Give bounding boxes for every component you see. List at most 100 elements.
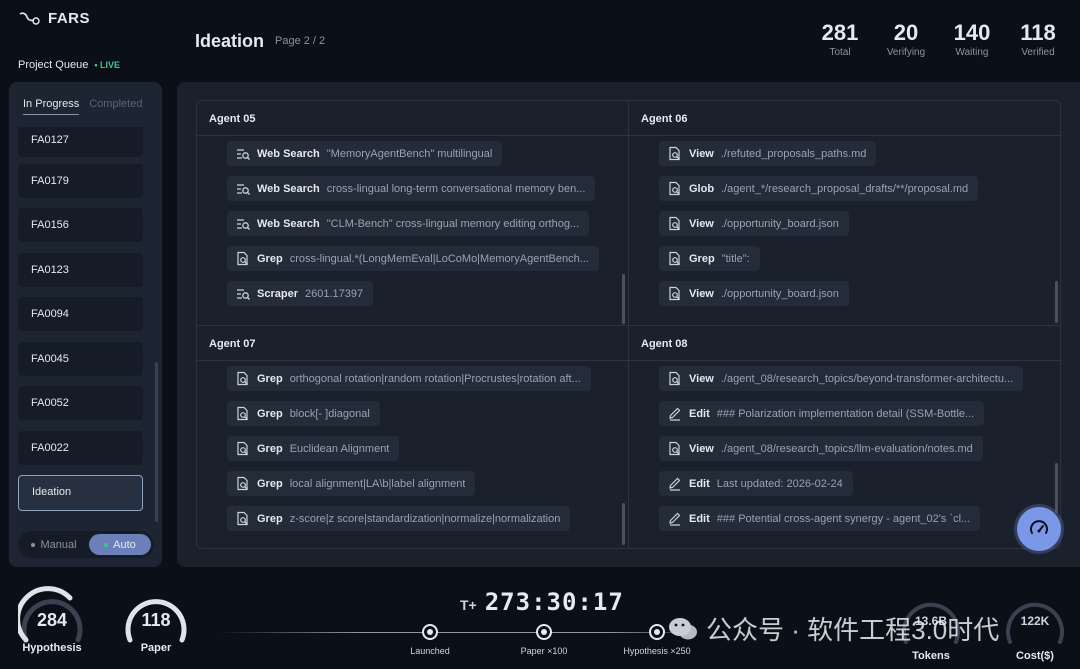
action-argument: ./agent_08/research_topics/beyond-transf… xyxy=(720,372,1014,385)
file-search-icon xyxy=(669,146,680,161)
milestone-launched-icon xyxy=(422,624,438,640)
cost-gauge: 122K Cost($) xyxy=(1002,588,1068,662)
action-argument: ./agent_*/research_proposal_drafts/**/pr… xyxy=(721,182,969,195)
agent-title: Agent 07 xyxy=(209,338,256,350)
agent-action-row[interactable]: Scraper 2601.17397 xyxy=(227,281,374,306)
agent-action-row[interactable]: Web Search "MemoryAgentBench" multilingua… xyxy=(227,141,503,166)
action-verb: Scraper xyxy=(257,287,298,300)
cost-label: Cost($) xyxy=(1016,650,1054,662)
agent-panel-05: Agent 05 Web Search "MemoryAgentBench" mu… xyxy=(197,101,628,325)
action-argument: block[- ]diagonal xyxy=(289,407,370,420)
panel-header-divider xyxy=(629,360,1062,361)
queue-item[interactable]: FA0127 xyxy=(18,127,143,157)
queue-item[interactable]: FA0022 xyxy=(18,431,143,465)
agent-action-row[interactable]: View ./opportunity_board.json xyxy=(659,281,849,306)
paper-gauge: 118 Paper xyxy=(121,586,191,654)
queue-item-selected[interactable]: Ideation xyxy=(18,475,143,511)
action-verb: Grep xyxy=(257,407,283,420)
tab-completed[interactable]: Completed xyxy=(89,98,142,115)
agents-grid: Agent 05 Web Search "MemoryAgentBench" mu… xyxy=(196,100,1062,549)
auto-mode-button[interactable]: Auto xyxy=(89,534,151,555)
action-argument: ./opportunity_board.json xyxy=(720,217,839,230)
agent-action-row[interactable]: View ./refuted_proposals_paths.md xyxy=(659,141,877,166)
grep-icon xyxy=(237,371,248,386)
timer-value: 273:30:17 xyxy=(484,588,624,616)
stat-total: 281 Total xyxy=(821,20,859,58)
logo-icon xyxy=(19,11,40,25)
project-queue-heading: Project Queue • LIVE xyxy=(18,59,120,71)
agent-action-row[interactable]: View ./agent_08/research_topics/beyond-tr… xyxy=(659,366,1024,391)
panel-header-divider xyxy=(629,135,1062,136)
action-verb: Glob xyxy=(689,182,715,195)
auto-dot-icon xyxy=(104,542,109,547)
agent-action-row[interactable]: Grep block[- ]diagonal xyxy=(227,401,380,426)
paper-count: 118 xyxy=(141,610,171,630)
agent-action-row[interactable]: Grep orthogonal rotation|random rotation|… xyxy=(227,366,591,391)
agent-action-row[interactable]: Edit Last updated: 2026-02-24 xyxy=(659,471,853,496)
agent-action-row[interactable]: Edit ### Potential cross-agent synergy - … xyxy=(659,506,981,531)
queue-tabs: In Progress Completed xyxy=(23,98,142,115)
action-argument: ### Potential cross-agent synergy - agen… xyxy=(716,512,971,525)
grep-icon xyxy=(237,406,248,421)
tab-in-progress[interactable]: In Progress xyxy=(23,98,80,115)
paper-label: Paper xyxy=(140,642,172,654)
agent-panel-06: Agent 06 View ./refuted_proposals_paths.m… xyxy=(629,101,1062,325)
queue-item[interactable]: FA0179 xyxy=(18,164,143,198)
agent-action-row[interactable]: Grep local alignment|LA\b|label alignment xyxy=(227,471,476,496)
file-search-icon xyxy=(669,441,680,456)
watermark: 公众号 · 软件工程3.0时代 xyxy=(668,610,999,647)
speedometer-icon xyxy=(1030,520,1048,534)
panel-scrollbar[interactable] xyxy=(622,274,625,324)
agent-action-row[interactable]: View ./opportunity_board.json xyxy=(659,211,849,236)
manual-dot-icon xyxy=(31,542,36,547)
queue-item[interactable]: FA0094 xyxy=(18,297,143,331)
agent-action-row[interactable]: View ./agent_08/research_topics/llm-evalu… xyxy=(659,436,983,461)
agent-action-row[interactable]: Grep "title": xyxy=(659,246,760,271)
action-argument: z-score|z score|standardization|normaliz… xyxy=(289,512,561,525)
agent-action-row[interactable]: Glob ./agent_*/research_proposal_drafts/*… xyxy=(659,176,979,201)
hypothesis-label: Hypothesis xyxy=(22,642,82,654)
sidebar-scrollbar[interactable] xyxy=(155,362,158,522)
page-indicator: Page 2 / 2 xyxy=(275,35,326,47)
action-verb: Grep xyxy=(257,477,283,490)
agent-action-row[interactable]: Grep z-score|z score|standardization|norm… xyxy=(227,506,571,531)
manual-mode-button[interactable]: Manual xyxy=(21,534,87,555)
agent-title: Agent 08 xyxy=(641,338,688,350)
agent-action-row[interactable]: Edit ### Polarization implementation deta… xyxy=(659,401,985,426)
web-search-icon xyxy=(237,184,250,195)
agent-action-row[interactable]: Grep Euclidean Alignment xyxy=(227,436,400,461)
panel-scrollbar[interactable] xyxy=(1055,463,1058,513)
brand: FARS xyxy=(18,10,90,27)
agent-action-row[interactable]: Web Search cross-lingual long-term conver… xyxy=(227,176,596,201)
action-verb: Grep xyxy=(257,372,283,385)
queue-item[interactable]: FA0123 xyxy=(18,253,143,287)
agent-action-row[interactable]: Grep cross-lingual.*(LongMemEval|LoCoMo|M… xyxy=(227,246,599,271)
action-verb: Grep xyxy=(257,442,283,455)
edit-icon xyxy=(669,477,681,491)
milestone-label: Hypothesis ×250 xyxy=(623,646,691,656)
action-verb: Web Search xyxy=(257,217,320,230)
queue-item[interactable]: FA0045 xyxy=(18,342,143,376)
speed-meter-button[interactable] xyxy=(1017,507,1061,551)
action-argument: ./opportunity_board.json xyxy=(720,287,839,300)
action-verb: Edit xyxy=(689,477,710,490)
grep-icon xyxy=(669,251,680,266)
mode-toggle: Manual Auto xyxy=(18,531,154,558)
file-search-icon xyxy=(669,286,680,301)
action-argument: Last updated: 2026-02-24 xyxy=(716,477,843,490)
action-verb: View xyxy=(689,287,714,300)
grep-icon xyxy=(237,476,248,491)
queue-item[interactable]: FA0156 xyxy=(18,208,143,242)
queue-item[interactable]: FA0052 xyxy=(18,386,143,420)
action-argument: cross-lingual long-term conversational m… xyxy=(326,182,586,195)
action-verb: View xyxy=(689,217,714,230)
milestone-label: Launched xyxy=(410,646,450,656)
action-argument: "MemoryAgentBench" multilingual xyxy=(326,147,493,160)
panel-scrollbar[interactable] xyxy=(1055,281,1058,323)
agent-action-row[interactable]: Web Search "CLM-Bench" cross-lingual memo… xyxy=(227,211,590,236)
action-verb: View xyxy=(689,442,714,455)
action-verb: Web Search xyxy=(257,147,320,160)
brand-name: FARS xyxy=(48,10,91,27)
panel-header-divider xyxy=(197,135,628,136)
panel-scrollbar[interactable] xyxy=(622,503,625,545)
